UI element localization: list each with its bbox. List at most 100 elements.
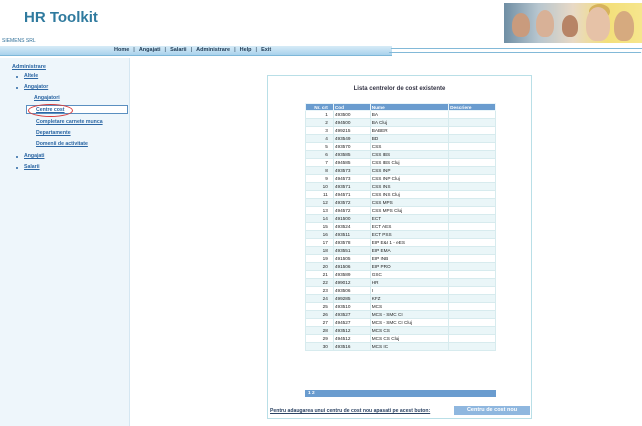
menu-salarii[interactable]: Salarii	[166, 47, 191, 53]
cell-cod: 493524	[332, 222, 371, 231]
cell-nr: 15	[305, 222, 334, 231]
cell-descriere	[448, 310, 496, 319]
table-row[interactable]: 15 493524 ECT AES	[305, 222, 496, 231]
cell-descriere	[448, 334, 496, 343]
cell-descriere	[448, 230, 496, 239]
column-header-cod: Cod	[332, 103, 371, 111]
table-row[interactable]: 22 499012 HR	[305, 278, 496, 287]
table-row[interactable]: 24 499285 KFZ	[305, 294, 496, 303]
cell-nume: HR	[369, 278, 450, 287]
cell-nr: 28	[305, 326, 334, 335]
sidebar-item-angajati[interactable]: Angajati	[24, 153, 44, 159]
cell-nr: 21	[305, 270, 334, 279]
table-row[interactable]: 17 493578 EIP E&I 1 - eES	[305, 238, 496, 247]
table-row[interactable]: 10 493571 CSS INS	[305, 182, 496, 191]
cell-cod: 494585	[332, 158, 371, 167]
cell-descriere	[448, 270, 496, 279]
table-row[interactable]: 23 493506 I	[305, 286, 496, 295]
cell-nr: 19	[305, 254, 334, 263]
table-row[interactable]: 13 494572 CSS MPS Cluj	[305, 206, 496, 215]
cell-descriere	[448, 134, 496, 143]
table-row[interactable]: 2 494500 BA Cluj	[305, 118, 496, 127]
cell-nume: CSS INS Cluj	[369, 190, 450, 199]
cell-nr: 14	[305, 214, 334, 223]
table-row[interactable]: 29 494512 MCS CS Cluj	[305, 334, 496, 343]
page-title: Lista centrelor de cost existente	[353, 86, 446, 92]
cell-descriere	[448, 110, 496, 119]
cell-nume: BABER	[369, 126, 450, 135]
menu-exit[interactable]: Exit	[257, 47, 275, 53]
cell-nr: 16	[305, 230, 334, 239]
cell-descriere	[448, 278, 496, 287]
table-row[interactable]: 16 493511 ECT PSS	[305, 230, 496, 239]
table-row[interactable]: 20 491506 EIP PRO	[305, 262, 496, 271]
table-row[interactable]: 21 493589 GSC	[305, 270, 496, 279]
cell-descriere	[448, 254, 496, 263]
cell-nume: CSS IBS Cluj	[369, 158, 450, 167]
main-menu-bar: Home | Angajati | Salarii | Administrare | H…	[0, 46, 642, 58]
table-row[interactable]: 12 493572 CSS MPS	[305, 198, 496, 207]
table-row[interactable]: 25 493510 MCS	[305, 302, 496, 311]
cell-nr: 11	[305, 190, 334, 199]
pagination-pages[interactable]: 1 2	[308, 391, 315, 396]
cell-nr: 8	[305, 166, 334, 175]
table-row[interactable]: 5 493570 CSS	[305, 142, 496, 151]
cell-cod: 493511	[332, 230, 371, 239]
table-row[interactable]: 19 491505 EIP INB	[305, 254, 496, 263]
cell-nume: EIP EMA	[369, 246, 450, 255]
table-row[interactable]: 9 494573 CSS INP Cluj	[305, 174, 496, 183]
menu-help[interactable]: Help	[236, 47, 256, 53]
cell-cod: 493510	[332, 302, 371, 311]
cell-nr: 3	[305, 126, 334, 135]
cell-nume: EIP INB	[369, 254, 450, 263]
add-cost-center-note: Pentru adaugarea unui centru de cost nou…	[270, 408, 431, 414]
sidebar-item-angajatori[interactable]: Angajatori	[34, 95, 60, 101]
table-row[interactable]: 18 493551 EIP EMA	[305, 246, 496, 255]
menu-administrare[interactable]: Administrare	[192, 47, 234, 53]
sidebar-item-departamente[interactable]: Departamente	[36, 130, 71, 136]
cell-nume: GSC	[369, 270, 450, 279]
column-header-descriere: Descriere	[448, 103, 496, 111]
sidebar-item-completare-carnete-munca[interactable]: Completare carnete munca	[36, 119, 103, 125]
cell-nume: ECT	[369, 214, 450, 223]
cell-nume: CSS	[369, 142, 450, 151]
table-row[interactable]: 1 493500 BA	[305, 110, 496, 119]
header-photo	[504, 3, 642, 43]
column-header-nume: Nume	[369, 103, 450, 111]
cell-cod: 493500	[332, 110, 371, 119]
cell-nume: BD	[369, 134, 450, 143]
sidebar-item-salarii[interactable]: Salarii	[24, 164, 40, 170]
table-row[interactable]: 11 494571 CSS INS Cluj	[305, 190, 496, 199]
cell-nume: MCS	[369, 302, 450, 311]
table-row[interactable]: 28 493512 MCS CS	[305, 326, 496, 335]
cell-cod: 494571	[332, 190, 371, 199]
menu-angajati[interactable]: Angajati	[135, 47, 165, 53]
add-cost-center-button[interactable]: Centru de cost nou	[454, 406, 530, 415]
table-row[interactable]: 27 494527 MCS - SMC CI Cluj	[305, 318, 496, 327]
table-row[interactable]: 6 493585 CSS IBS	[305, 150, 496, 159]
cell-nr: 2	[305, 118, 334, 127]
sidebar-item-domenii-de-activitate[interactable]: Domenii de activitate	[36, 141, 88, 147]
table-row[interactable]: 7 494585 CSS IBS Cluj	[305, 158, 496, 167]
sidebar-item-angajator[interactable]: Angajator	[24, 84, 48, 90]
cell-descriere	[448, 142, 496, 151]
table-row[interactable]: 14 491500 ECT	[305, 214, 496, 223]
table-row[interactable]: 26 493527 MCS - SMC CI	[305, 310, 496, 319]
cell-descriere	[448, 222, 496, 231]
table-row[interactable]: 30 493516 MCS IC	[305, 342, 496, 351]
table-row[interactable]: 4 493549 BD	[305, 134, 496, 143]
cell-cod: 493573	[332, 166, 371, 175]
cell-nume: EIP PRO	[369, 262, 450, 271]
sidebar-item-altele[interactable]: Altele	[24, 73, 38, 79]
cell-cod: 494527	[332, 318, 371, 327]
menu-home[interactable]: Home	[110, 47, 133, 53]
table-row[interactable]: 8 493573 CSS INP	[305, 166, 496, 175]
cell-nume: MCS - SMC CI	[369, 310, 450, 319]
sidebar-title[interactable]: Administrare	[12, 64, 46, 70]
cost-center-table: Nr. crt Cod Nume Descriere 1 493500 BA 2 494…	[305, 103, 496, 351]
cost-center-panel: Lista centrelor de cost existente Nr. cr…	[267, 75, 532, 419]
table-row[interactable]: 3 499215 BABER	[305, 126, 496, 135]
cell-descriere	[448, 190, 496, 199]
cell-descriere	[448, 182, 496, 191]
cell-cod: 499012	[332, 278, 371, 287]
